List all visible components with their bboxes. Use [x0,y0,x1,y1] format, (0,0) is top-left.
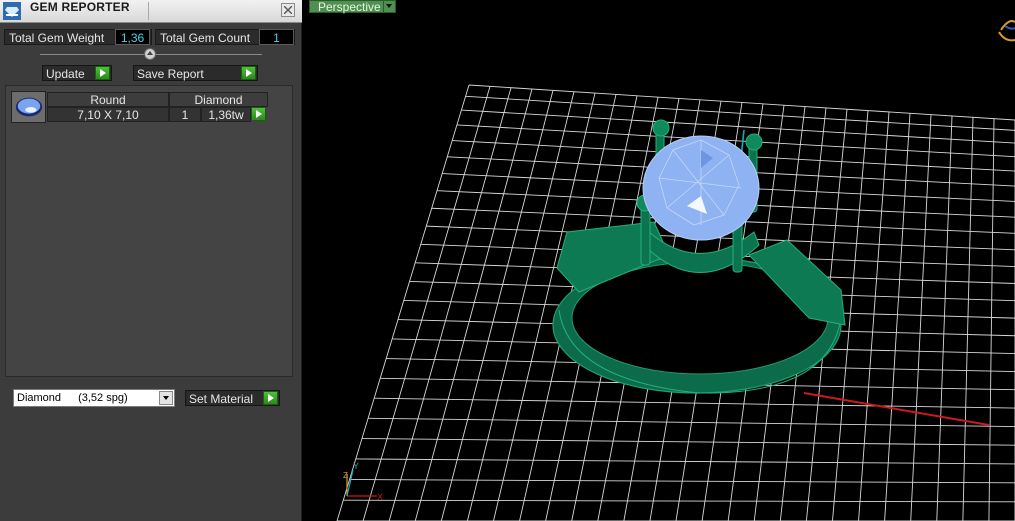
save-report-button[interactable]: Save Report [133,65,258,81]
view-mode-label[interactable]: Perspective [309,0,387,13]
play-arrow-icon [95,66,110,80]
axis-gizmo-y-label: Y [353,461,359,471]
update-button[interactable]: Update [42,65,112,81]
update-button-label: Update [46,67,85,81]
material-select-value: Diamond [17,392,62,404]
set-material-button-label: Set Material [189,392,254,406]
round-diamond-gem [642,135,760,241]
panel-titlebar: GEM REPORTER [0,0,302,23]
axis-gizmo-x-label: X [377,492,383,502]
gem-count-cell: 1 [169,107,201,122]
round-gem-icon[interactable] [11,91,46,123]
perspective-viewport[interactable]: X Y Z Perspective [309,0,1015,521]
gem-reporter-panel: GEM REPORTER Total Gem Weight 1,36 Total… [0,0,302,521]
gem-reporter-app-icon [3,2,21,20]
title-divider [148,2,149,20]
play-arrow-icon [263,391,278,405]
viewport-scene: X Y Z [336,20,1015,521]
material-select[interactable]: Diamond (3,52 spg) [13,389,175,407]
panel-slider-handle[interactable] [144,48,156,60]
gem-results-list: Round Diamond 7,10 X 7,10 1 1,36tw [5,85,293,377]
reference-object-fragment [998,20,1015,42]
gem-material-header: Diamond [169,92,268,107]
x-axis-line [803,392,990,426]
close-icon [284,6,292,14]
axis-gizmo-z-label: Z [343,471,348,480]
chevron-down-icon[interactable] [383,0,396,13]
material-select-density: (3,52 spg) [78,392,128,404]
total-gem-weight-value: 1,36 [115,29,150,45]
play-arrow-icon [241,66,256,80]
gem-weight-cell: 1,36tw [201,107,251,122]
chevron-down-icon[interactable] [159,391,173,405]
save-report-button-label: Save Report [137,67,204,81]
total-gem-count-value: 1 [259,29,294,45]
set-material-button[interactable]: Set Material [185,390,280,406]
gem-size-cell: 7,10 X 7,10 [47,107,169,122]
close-button[interactable] [281,3,295,17]
gem-row-action-icon[interactable] [251,107,266,121]
gem-shape-header: Round [47,92,169,107]
panel-title: GEM REPORTER [30,0,130,14]
